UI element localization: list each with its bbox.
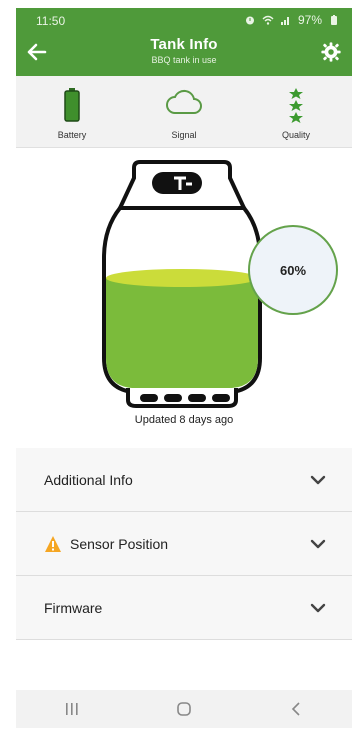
alarm-icon <box>245 16 254 25</box>
recent-apps-button[interactable] <box>52 697 92 721</box>
accordion-title: Firmware <box>44 599 103 616</box>
header-titles: Tank Info BBQ tank in use <box>16 36 352 65</box>
status-battery-icon <box>331 15 337 25</box>
status-indicators: 97% <box>244 13 340 27</box>
warning-icon <box>45 535 61 552</box>
battery-percent: 97% <box>297 13 322 27</box>
tank-info-screen: 11:50 97% Tank Info BBQ tank in use Batt… <box>16 8 352 728</box>
gear-icon[interactable] <box>320 41 342 63</box>
tank-display: 60% Updated 8 days ago <box>16 148 352 448</box>
signal-indicator: Signal <box>128 76 240 148</box>
signal-bars-icon <box>280 17 289 25</box>
chevron-down-icon[interactable] <box>310 472 326 488</box>
battery-indicator: Battery <box>16 76 128 148</box>
status-bar: 11:50 97% <box>16 8 352 32</box>
chevron-down-icon[interactable] <box>310 600 326 616</box>
app-header: 11:50 97% Tank Info BBQ tank in use <box>16 8 352 76</box>
battery-icon <box>64 88 80 122</box>
page-subtitle: BBQ tank in use <box>151 55 217 65</box>
chevron-left-icon <box>291 702 300 716</box>
home-icon <box>177 702 191 716</box>
signal-label: Signal <box>171 130 197 140</box>
info-accordion: Additional Info Sensor Position Firmware <box>16 448 352 640</box>
android-navigation-bar <box>16 690 352 728</box>
chevron-down-icon[interactable] <box>310 536 326 552</box>
battery-label: Battery <box>57 130 87 140</box>
cloud-icon <box>166 89 202 114</box>
accordion-sensor-position[interactable]: Sensor Position <box>16 512 352 576</box>
accordion-title: Sensor Position <box>70 535 169 552</box>
page-title: Tank Info <box>150 36 218 53</box>
quality-label: Quality <box>281 130 310 140</box>
accordion-firmware[interactable]: Firmware <box>16 576 352 640</box>
home-button[interactable] <box>164 697 204 721</box>
status-indicator-strip: Battery Signal Quality <box>16 76 352 148</box>
stars-icon <box>289 88 303 123</box>
accordion-additional-info[interactable]: Additional Info <box>16 448 352 512</box>
recent-apps-icon <box>66 703 78 715</box>
status-time: 11:50 <box>36 14 66 28</box>
quality-indicator: Quality <box>240 76 352 148</box>
fill-level-badge: 60% <box>248 225 338 315</box>
last-updated-text: Updated 8 days ago <box>134 414 234 426</box>
nav-back-button[interactable] <box>276 697 316 721</box>
wifi-icon <box>262 15 274 25</box>
accordion-title: Additional Info <box>44 471 133 488</box>
